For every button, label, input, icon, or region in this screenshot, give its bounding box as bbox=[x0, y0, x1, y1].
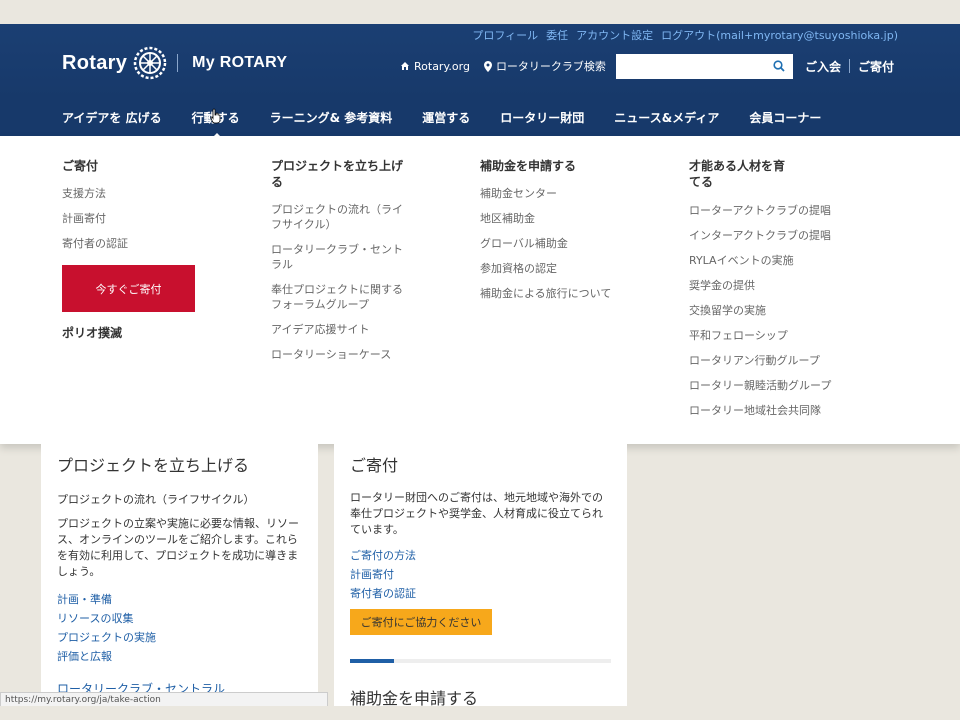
support-donate-button[interactable]: ご寄付にご協力ください bbox=[350, 609, 492, 635]
rotary-org-label: Rotary.org bbox=[414, 59, 470, 73]
club-search-label: ロータリークラブ検索 bbox=[495, 60, 606, 73]
dropdown-link[interactable]: 支援方法 bbox=[62, 186, 202, 201]
dropdown-link[interactable]: ローターアクトクラブの提唱 bbox=[689, 203, 889, 218]
dropdown-link[interactable]: ロータリアン行動グループ bbox=[689, 353, 889, 368]
join-link[interactable]: ご入会 bbox=[805, 58, 841, 75]
header-actions: ご入会 ご寄付 bbox=[805, 58, 894, 75]
hand-cursor-icon bbox=[210, 108, 221, 124]
search-input[interactable] bbox=[616, 54, 778, 79]
search-icon[interactable] bbox=[773, 60, 785, 72]
card-description: ロータリー財団へのご寄付は、地元地域や海外での奉仕プロジェクトや奨学金、人材育成… bbox=[350, 491, 603, 536]
delegation-link[interactable]: 委任 bbox=[546, 27, 568, 43]
dropdown-link[interactable]: ロータリーショーケース bbox=[271, 347, 411, 362]
profile-link[interactable]: プロフィール bbox=[472, 27, 538, 43]
browser-bottom-strip bbox=[0, 706, 960, 720]
card-link[interactable]: プロジェクトの実施 bbox=[57, 628, 302, 647]
donate-now-button[interactable]: 今すぐご寄付 bbox=[62, 265, 195, 312]
club-search-link[interactable]: ロータリークラブ検索 bbox=[483, 58, 606, 74]
dropdown-link[interactable]: 補助金センター bbox=[480, 186, 650, 201]
nav-item-member-center[interactable]: 会員コーナー bbox=[749, 109, 821, 126]
dropdown-link[interactable]: ロータリークラブ・セントラル bbox=[271, 242, 411, 272]
col-heading[interactable]: 才能ある人材を育てる bbox=[689, 158, 785, 190]
main-nav: アイデアを 広げる 行動する ラーニング& 参考資料 運営する ロータリー財団 … bbox=[0, 98, 960, 140]
utility-links: プロフィール 委任 アカウント設定 ログアウト(mail+myrotary@ts… bbox=[472, 27, 898, 43]
dropdown-link[interactable]: ロータリー地域社会共同隊 bbox=[689, 403, 889, 418]
dropdown-link[interactable]: 寄付者の認証 bbox=[62, 236, 202, 251]
polio-link[interactable]: ポリオ撲滅 bbox=[62, 324, 202, 341]
card-link[interactable]: ご寄付の方法 bbox=[350, 546, 611, 565]
actions-divider bbox=[849, 59, 851, 73]
dropdown-link[interactable]: RYLAイベントの実施 bbox=[689, 253, 889, 268]
dropdown-link[interactable]: 奨学金の提供 bbox=[689, 278, 889, 293]
card-title: ご寄付 bbox=[350, 456, 399, 475]
section-divider bbox=[350, 659, 611, 663]
dropdown-link[interactable]: 計画寄付 bbox=[62, 211, 202, 226]
nav-item-ideas[interactable]: アイデアを 広げる bbox=[62, 109, 162, 126]
card-link[interactable]: リソースの収集 bbox=[57, 609, 302, 628]
home-icon bbox=[401, 62, 409, 70]
card-link[interactable]: 計画寄付 bbox=[350, 565, 611, 584]
donate-link[interactable]: ご寄付 bbox=[858, 58, 894, 75]
site-header: プロフィール 委任 アカウント設定 ログアウト(mail+myrotary@ts… bbox=[0, 24, 960, 98]
rotary-wheel-icon bbox=[133, 46, 167, 80]
header-links: Rotary.org ロータリークラブ検索 bbox=[400, 58, 606, 74]
dropdown-link[interactable]: インターアクトクラブの提唱 bbox=[689, 228, 889, 243]
dropdown-col-grants: 補助金を申請する 補助金センター 地区補助金 グローバル補助金 参加資格の認定 … bbox=[480, 158, 650, 311]
dropdown-link[interactable]: 補助金による旅行について bbox=[480, 286, 650, 301]
nav-item-manage[interactable]: 運営する bbox=[422, 109, 470, 126]
dropdown-link[interactable]: 地区補助金 bbox=[480, 211, 650, 226]
nav-item-foundation[interactable]: ロータリー財団 bbox=[500, 109, 584, 126]
card-description: プロジェクトの立案や実施に必要な情報、リソース、オンラインのツールをご紹介します… bbox=[57, 517, 299, 578]
card-link[interactable]: 寄付者の認証 bbox=[350, 584, 611, 603]
card-link[interactable]: 評価と広報 bbox=[57, 647, 302, 666]
col-heading[interactable]: ご寄付 bbox=[62, 158, 202, 174]
dropdown-link[interactable]: アイデア応援サイト bbox=[271, 322, 411, 337]
logout-link[interactable]: ログアウト(mail+myrotary@tsuyoshioka.jp) bbox=[661, 27, 898, 43]
dropdown-col-projects: プロジェクトを立ち上げる プロジェクトの流れ（ライフサイクル） ロータリークラブ… bbox=[271, 158, 411, 372]
nav-item-learning[interactable]: ラーニング& 参考資料 bbox=[270, 109, 393, 126]
nav-item-news[interactable]: ニュース&メディア bbox=[614, 109, 719, 126]
card-start-project: プロジェクトを立ち上げる プロジェクトの流れ（ライフサイクル） プロジェクトの立… bbox=[41, 444, 318, 706]
dropdown-link[interactable]: プロジェクトの流れ（ライフサイクル） bbox=[271, 202, 411, 232]
my-rotary-wordmark: My ROTARY bbox=[192, 54, 288, 71]
location-pin-icon bbox=[483, 60, 492, 72]
logo-divider bbox=[177, 54, 179, 72]
col-heading[interactable]: 補助金を申請する bbox=[480, 158, 650, 174]
dropdown-col-donate: ご寄付 支援方法 計画寄付 寄付者の認証 今すぐご寄付 ポリオ撲滅 bbox=[62, 158, 202, 341]
dropdown-link[interactable]: グローバル補助金 bbox=[480, 236, 650, 251]
dropdown-link[interactable]: 平和フェローシップ bbox=[689, 328, 889, 343]
section-divider-accent bbox=[350, 659, 394, 663]
dropdown-col-leaders: 才能ある人材を育てる bbox=[689, 158, 785, 202]
dropdown-link[interactable]: 交換留学の実施 bbox=[689, 303, 889, 318]
card-link[interactable]: 計画・準備 bbox=[57, 590, 302, 609]
account-settings-link[interactable]: アカウント設定 bbox=[576, 27, 653, 43]
browser-top-strip bbox=[0, 0, 960, 24]
dropdown-link[interactable]: 奉仕プロジェクトに関するフォーラムグループ bbox=[271, 282, 411, 312]
take-action-dropdown: ご寄付 支援方法 計画寄付 寄付者の認証 今すぐご寄付 ポリオ撲滅 プロジェクト… bbox=[0, 136, 960, 444]
rotary-wordmark: Rotary bbox=[62, 51, 128, 74]
col-heading[interactable]: プロジェクトを立ち上げる bbox=[271, 158, 411, 190]
dropdown-link[interactable]: ロータリー親睦活動グループ bbox=[689, 378, 889, 393]
rotary-org-link[interactable]: Rotary.org bbox=[400, 60, 470, 73]
dropdown-link[interactable]: 参加資格の認定 bbox=[480, 261, 650, 276]
search-box bbox=[616, 54, 793, 79]
card-donate: ご寄付 ロータリー財団へのご寄付は、地元地域や海外での奉仕プロジェクトや奨学金、… bbox=[334, 444, 627, 720]
card-subtitle: プロジェクトの流れ（ライフサイクル） bbox=[57, 493, 255, 506]
dropdown-col-leaders-links: ローターアクトクラブの提唱 インターアクトクラブの提唱 RYLAイベントの実施 … bbox=[689, 203, 889, 428]
site-logo[interactable]: Rotary My ROTARY bbox=[62, 46, 287, 80]
card-title: プロジェクトを立ち上げる bbox=[57, 456, 250, 475]
